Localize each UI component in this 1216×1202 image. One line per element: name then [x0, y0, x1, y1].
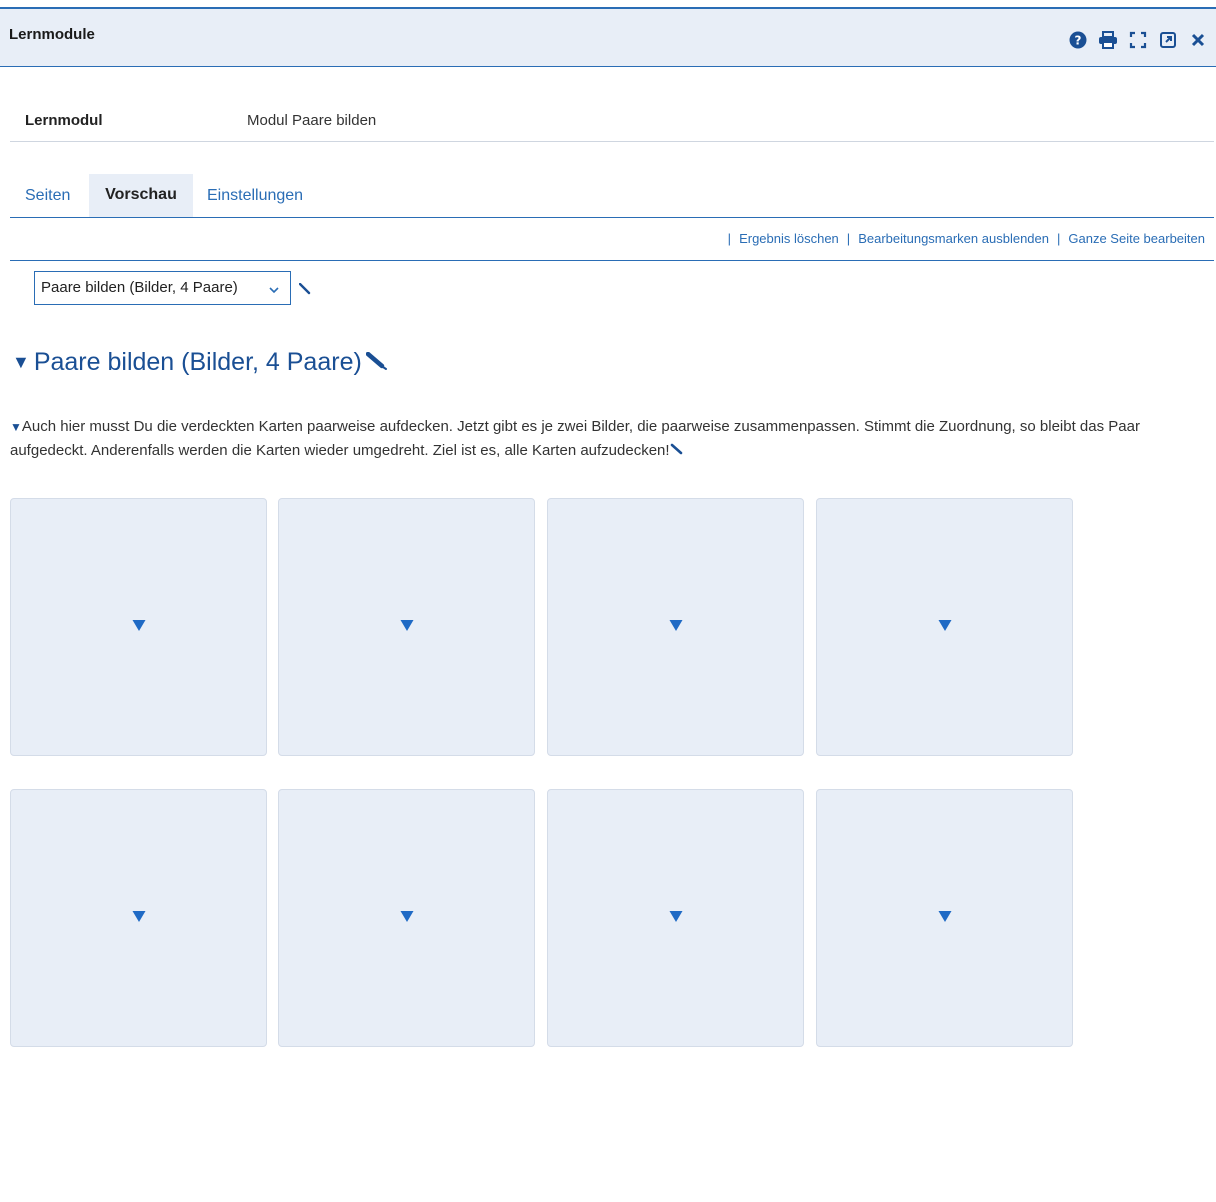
card-triangle-icon [938, 909, 951, 927]
page-select-value: Paare bilden (Bilder, 4 Paare) [41, 279, 238, 296]
module-name: Modul Paare bilden [247, 112, 377, 129]
card-triangle-icon [400, 909, 413, 927]
description-text: Auch hier musst Du die verdeckten Karten… [10, 418, 1140, 459]
help-icon[interactable]: ? [1068, 30, 1088, 50]
card-triangle-icon [669, 618, 682, 636]
separator: | [846, 231, 851, 246]
close-icon[interactable] [1188, 30, 1208, 50]
page-title: ▼ Paare bilden (Bilder, 4 Paare) [12, 348, 388, 377]
collapse-triangle-icon[interactable]: ▼ [10, 420, 22, 434]
description-paragraph: ▼Auch hier musst Du die verdeckten Karte… [10, 415, 1206, 462]
memory-card[interactable] [816, 789, 1073, 1047]
card-triangle-icon [400, 618, 413, 636]
action-links: | Ergebnis löschen | Bearbeitungsmarken … [728, 231, 1205, 246]
tab-seiten[interactable]: Seiten [25, 174, 70, 217]
tab-vorschau[interactable]: Vorschau [89, 174, 193, 217]
memory-card[interactable] [547, 789, 804, 1047]
module-info-row: Lernmodul Modul Paare bilden [10, 100, 1214, 142]
fullscreen-icon[interactable] [1128, 30, 1148, 50]
chevron-down-icon [268, 281, 280, 298]
divider [10, 260, 1214, 261]
collapse-triangle-icon[interactable]: ▼ [12, 352, 30, 373]
card-triangle-icon [669, 909, 682, 927]
clear-result-link[interactable]: Ergebnis löschen [739, 231, 839, 246]
tab-bar: Seiten Vorschau Einstellungen [10, 174, 1214, 218]
edit-pencil-icon[interactable] [298, 282, 311, 300]
page-select[interactable]: Paare bilden (Bilder, 4 Paare) [34, 271, 291, 305]
edit-whole-page-link[interactable]: Ganze Seite bearbeiten [1068, 231, 1205, 246]
memory-card[interactable] [547, 498, 804, 756]
edit-pencil-icon[interactable] [365, 348, 388, 377]
card-triangle-icon [132, 909, 145, 927]
svg-text:?: ? [1075, 34, 1082, 48]
card-triangle-icon [132, 618, 145, 636]
memory-card[interactable] [10, 789, 267, 1047]
module-label: Lernmodul [25, 112, 103, 129]
tab-einstellungen[interactable]: Einstellungen [207, 174, 303, 217]
card-triangle-icon [938, 618, 951, 636]
separator: | [1057, 231, 1061, 246]
hide-edit-marks-link[interactable]: Bearbeitungsmarken ausblenden [858, 231, 1049, 246]
external-open-icon[interactable] [1158, 30, 1178, 50]
memory-card[interactable] [816, 498, 1073, 756]
window-title: Lernmodule [9, 26, 95, 43]
edit-pencil-icon[interactable] [670, 442, 684, 459]
window-toolbar: ? [1068, 30, 1208, 50]
memory-card[interactable] [278, 789, 535, 1047]
memory-card[interactable] [278, 498, 535, 756]
print-icon[interactable] [1098, 30, 1118, 50]
page-title-text: Paare bilden (Bilder, 4 Paare) [33, 348, 362, 376]
window-titlebar: Lernmodule ? [0, 7, 1216, 67]
memory-card[interactable] [10, 498, 267, 756]
separator: | [727, 231, 732, 246]
